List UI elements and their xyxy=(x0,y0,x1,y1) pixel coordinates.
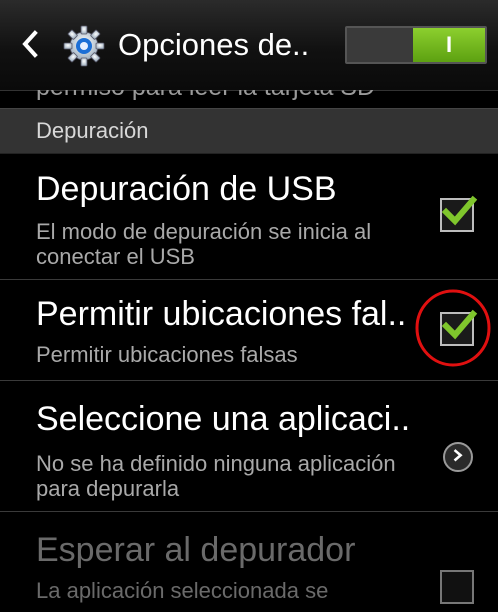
back-arrow-icon[interactable] xyxy=(22,30,38,58)
master-toggle[interactable]: I xyxy=(345,26,487,64)
list-item-usb-debugging[interactable]: Depuración de USB El modo de depuración … xyxy=(0,153,498,280)
section-header: Depuración xyxy=(0,108,498,154)
list-item-select-debug-app[interactable]: Seleccione una aplicaci.. No se ha defin… xyxy=(0,381,498,512)
list-item-subtitle: El modo de depuración se inicia al conec… xyxy=(36,219,372,269)
annotation-circle xyxy=(415,289,491,367)
clipped-list-item: permiso para leer la tarjeta SD xyxy=(0,90,498,108)
checkmark-icon xyxy=(441,195,478,226)
page-title: Opciones de.. xyxy=(118,27,310,62)
list-item-title: Esperar al depurador xyxy=(36,531,356,569)
toggle-thumb: I xyxy=(413,28,485,62)
list-item-wait-for-debugger[interactable]: Esperar al depurador La aplicación selec… xyxy=(0,512,498,612)
chevron-right-icon[interactable] xyxy=(443,442,473,472)
checkbox-usb-debugging[interactable] xyxy=(440,195,478,232)
list-item-title: Permitir ubicaciones fal.. xyxy=(36,295,407,333)
action-bar: Opciones de.. I xyxy=(0,0,498,91)
list-item-title: Depuración de USB xyxy=(36,170,337,208)
toggle-off-area xyxy=(347,28,413,62)
gear-icon[interactable] xyxy=(62,24,106,68)
list-item-subtitle: La aplicación seleccionada se xyxy=(36,578,329,603)
section-label: Depuración xyxy=(36,118,149,143)
list-item-subtitle: Permitir ubicaciones falsas xyxy=(36,342,298,367)
list-item-title: Seleccione una aplicaci.. xyxy=(36,400,411,438)
list-item-subtitle: No se ha definido ninguna aplicación par… xyxy=(36,451,396,501)
clipped-item-subtitle: permiso para leer la tarjeta SD xyxy=(36,90,375,102)
